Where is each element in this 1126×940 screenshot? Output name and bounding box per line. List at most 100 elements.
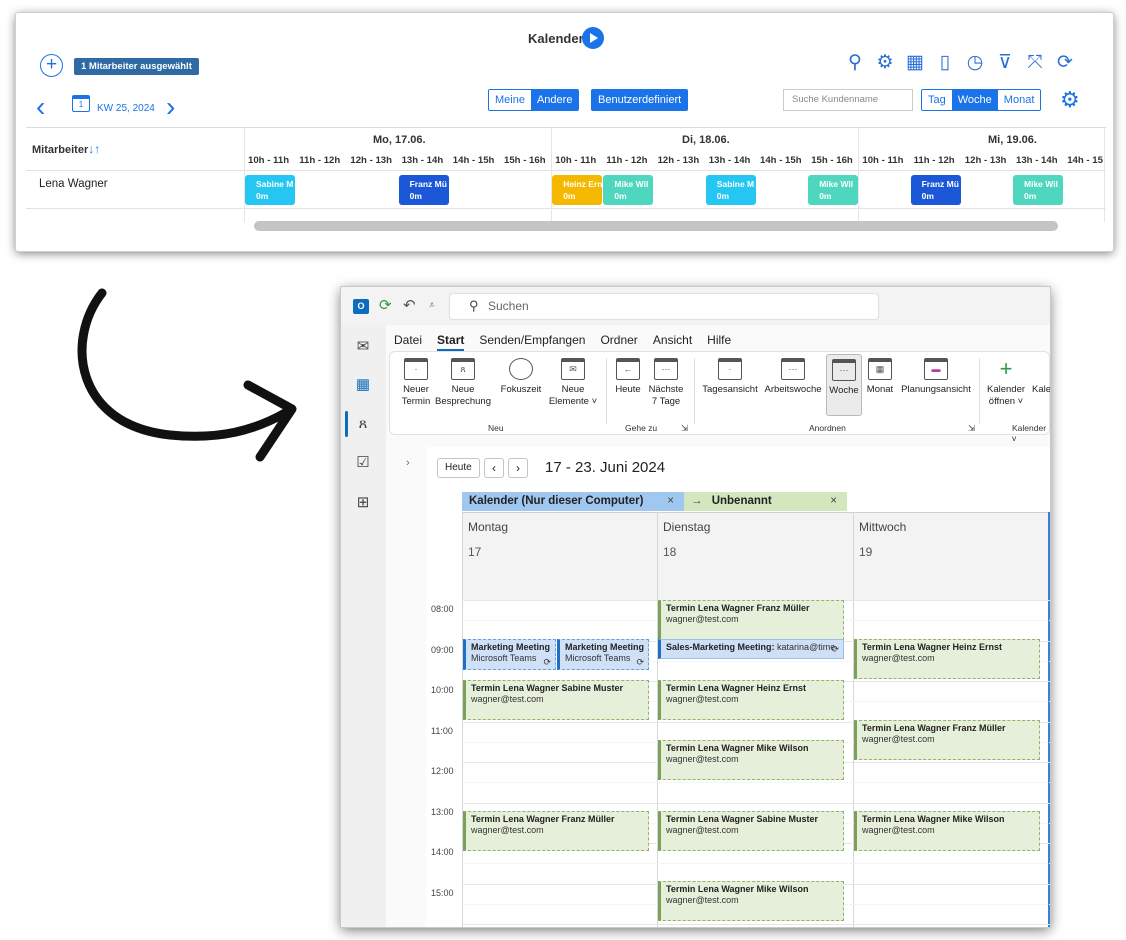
resource-event[interactable]: Sabine M 0m (245, 175, 295, 205)
resource-event[interactable]: Heinz Ern 0m (552, 175, 603, 205)
calendar-event[interactable]: Termin Lena Wagner Heinz Ernst wagner@te… (854, 639, 1040, 679)
group-arrange-label: Anordnen (809, 423, 846, 433)
calendar-event[interactable]: Termin Lena Wagner Sabine Muster wagner@… (658, 811, 844, 851)
calendar-event[interactable]: Termin Lena Wagner Franz Müller wagner@t… (463, 811, 649, 851)
hour-header: 11h - 12h (606, 155, 648, 166)
today-nav-button[interactable]: Heute (437, 458, 480, 478)
calendar-more-label[interactable]: Kale (1032, 384, 1050, 396)
event-name: Sabine M (716, 179, 755, 189)
range-month[interactable]: Monat (997, 90, 1041, 110)
month-view-button[interactable]: ▦ Monat (864, 358, 896, 396)
expand-icon[interactable]: ⤧ (1024, 51, 1046, 75)
menu-file[interactable]: Datei (394, 333, 422, 351)
previous-week-button[interactable]: ‹ (484, 458, 504, 478)
recurring-icon: ⟳ (543, 657, 551, 667)
view-toggle-mine[interactable]: Meine (489, 90, 531, 110)
refresh-icon[interactable]: ⟳ (1054, 51, 1076, 75)
tasks-icon[interactable]: ☑ (353, 453, 373, 471)
range-week[interactable]: Woche (951, 90, 998, 110)
calendar-event[interactable]: Termin Lena Wagner Mike Wilson wagner@te… (854, 811, 1040, 851)
calendar-event[interactable]: Termin Lena Wagner Franz Müller wagner@t… (854, 720, 1040, 760)
calendar-event[interactable]: Marketing Meeting Microsoft Teams ⟳ (557, 639, 649, 670)
close-icon[interactable]: × (830, 492, 837, 511)
previous-week-button[interactable]: ‹ (36, 93, 45, 121)
menu-send-receive[interactable]: Senden/Empfangen (479, 333, 585, 351)
date-range-title: 17 - 23. Juni 2024 (545, 459, 666, 476)
search-input[interactable]: Suchen (449, 293, 879, 320)
menu-help[interactable]: Hilfe (707, 333, 731, 351)
quick-access-icon[interactable]: ⩡ (429, 300, 435, 311)
next-week-button[interactable]: › (508, 458, 528, 478)
calendar-event[interactable]: Termin Lena Wagner Franz Müller wagner@t… (658, 600, 844, 640)
week-label[interactable]: KW 25, 2024 (97, 103, 155, 114)
play-icon[interactable] (582, 27, 604, 49)
day-name: Dienstag (663, 520, 711, 534)
export-icon[interactable]: ▯ (934, 51, 956, 75)
day-view-button[interactable]: · Tagesansicht (700, 358, 760, 396)
resource-event[interactable]: Mike Wil 0m (808, 175, 859, 205)
search-icon[interactable]: ⚲ (844, 51, 866, 75)
view-toggle-others[interactable]: Andere (530, 90, 579, 110)
event-duration: 0m (409, 191, 422, 201)
menu-folder[interactable]: Ordner (600, 333, 637, 351)
dialog-launcher-icon[interactable]: ⇲ (968, 423, 975, 434)
focus-time-button[interactable]: Fokuszeit (498, 358, 544, 396)
calendar-icon[interactable]: 1 (72, 95, 90, 112)
next-week-button[interactable]: › (166, 93, 175, 121)
clock-icon[interactable]: ◷ (964, 51, 986, 75)
mail-icon[interactable]: ✉ (353, 337, 373, 355)
sort-icon[interactable]: ↓↑ (88, 142, 100, 156)
range-day[interactable]: Tag (922, 90, 952, 110)
resource-event[interactable]: Mike Wil 0m (603, 175, 654, 205)
next-7-days-button[interactable]: ⋯ Nächste 7 Tage (646, 358, 686, 408)
add-icon[interactable]: + (40, 54, 63, 77)
menu-view[interactable]: Ansicht (653, 333, 692, 351)
new-items-button[interactable]: ✉ Neue Elemente ˅ (547, 358, 599, 408)
event-name: Franz Mü (921, 179, 959, 189)
calendar-grid-icon[interactable]: ▦ (904, 51, 926, 75)
resource-event[interactable]: Franz Mü 0m (910, 175, 961, 205)
new-appointment-button[interactable]: · Neuer Termin (400, 358, 432, 408)
event-location: wagner@test.com (666, 614, 739, 624)
week-view-button[interactable]: ⋯ Woche (826, 354, 862, 416)
resource-event[interactable]: Franz Mü 0m (398, 175, 449, 205)
customer-search-input[interactable]: Suche Kundenname (783, 89, 913, 111)
time-label: 14:00 (431, 847, 454, 857)
people-icon[interactable]: ጸ (353, 415, 373, 432)
event-location: wagner@test.com (666, 694, 739, 704)
calendar-icon[interactable]: ▦ (353, 375, 373, 393)
new-meeting-button[interactable]: ጸ Neue Besprechung (435, 358, 491, 408)
resource-event[interactable]: Mike Wil 0m (1013, 175, 1063, 205)
undo-icon[interactable]: ↶ (403, 296, 416, 314)
calendar-event[interactable]: Termin Lena Wagner Mike Wilson wagner@te… (658, 740, 844, 780)
event-title: Termin Lena Wagner Franz Müller (862, 723, 1006, 733)
calendar-event[interactable]: Sales-Marketing Meeting: katarina@time ⟳ (658, 639, 844, 659)
calendar-event[interactable]: Termin Lena Wagner Sabine Muster wagner@… (463, 680, 649, 720)
sync-icon[interactable]: ⟳ (379, 296, 392, 314)
expand-pane-icon[interactable]: › (406, 457, 410, 469)
filter-icon[interactable]: ⊽ (994, 51, 1016, 75)
tab-local-calendar[interactable]: Kalender (Nur dieser Computer) × (462, 492, 684, 511)
work-week-button[interactable]: ⋯ Arbeitswoche (762, 358, 824, 396)
calendar-event[interactable]: Termin Lena Wagner Mike Wilson wagner@te… (658, 881, 844, 921)
settings-icon[interactable]: ⚙ (1060, 87, 1080, 113)
employee-header[interactable]: Mitarbeiter↓↑ (32, 142, 100, 156)
close-icon[interactable]: × (667, 492, 674, 511)
open-calendar-button[interactable]: + Kalender öffnen ˅ (984, 358, 1028, 408)
dialog-launcher-icon[interactable]: ⇲ (681, 423, 688, 434)
resource-event[interactable]: Sabine M 0m (705, 175, 756, 205)
schedule-view-button[interactable]: ▬ Planungsansicht (898, 358, 974, 396)
day-number: 19 (859, 545, 873, 559)
custom-button[interactable]: Benutzerdefiniert (591, 89, 689, 111)
calendar-event[interactable]: Marketing Meeting Microsoft Teams ⟳ (463, 639, 556, 670)
tab-unnamed-calendar[interactable]: → Unbenannt × (684, 492, 847, 511)
horizontal-scrollbar[interactable] (254, 221, 1058, 231)
search-icon: ⚲ (469, 298, 479, 313)
apps-icon[interactable]: ⊞ (353, 493, 373, 511)
menu-start[interactable]: Start (437, 333, 465, 351)
today-button[interactable]: ← Heute (612, 358, 644, 396)
calendar-event[interactable]: Termin Lena Wagner Heinz Ernst wagner@te… (658, 680, 844, 720)
half-hour-line (462, 863, 1050, 865)
gear-icon[interactable]: ⚙ (874, 51, 896, 75)
arrow-right-icon: → (691, 495, 703, 507)
